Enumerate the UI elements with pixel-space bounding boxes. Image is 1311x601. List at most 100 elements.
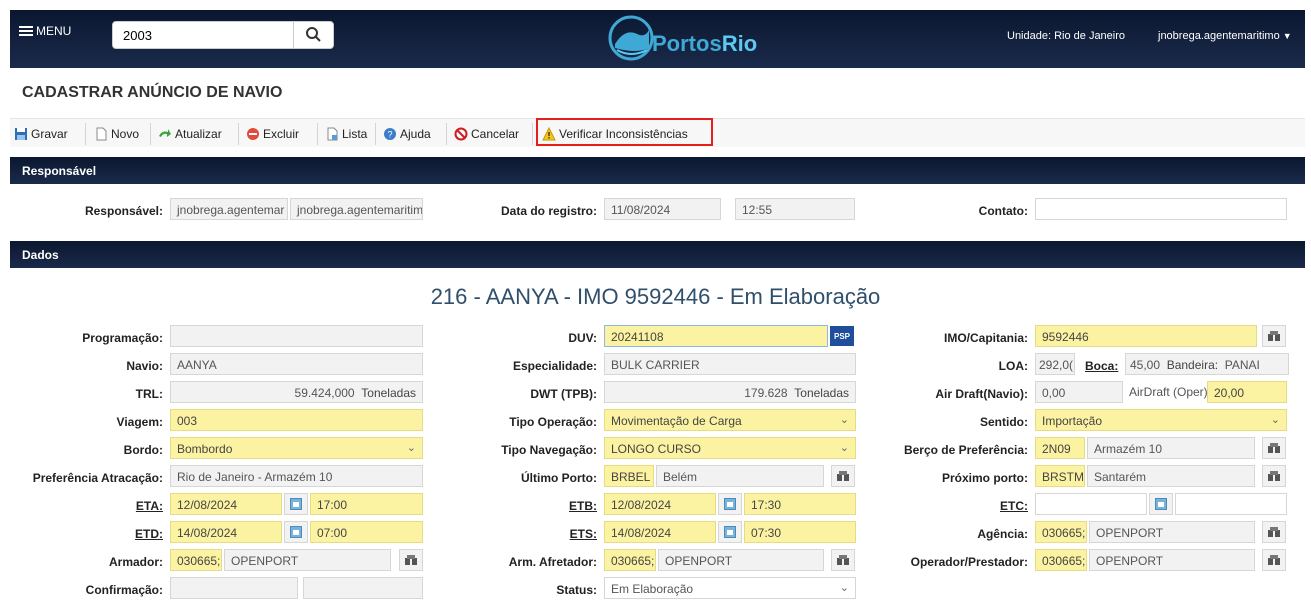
bordo-select[interactable]: Bombordo ⌄ bbox=[170, 437, 423, 459]
help-button[interactable]: ? Ajuda bbox=[383, 124, 431, 144]
dwt-unit: Toneladas bbox=[794, 386, 849, 400]
berco-code-input[interactable]: 2N09 bbox=[1035, 437, 1085, 459]
unit-label: Unidade: Rio de Janeiro bbox=[1007, 30, 1126, 42]
hora-registro-field: 12:55 bbox=[735, 198, 855, 220]
etc-date-input[interactable] bbox=[1035, 493, 1147, 515]
contato-input[interactable] bbox=[1035, 198, 1287, 220]
delete-icon bbox=[247, 128, 259, 140]
highlight-box bbox=[536, 118, 713, 146]
ets-label[interactable]: ETS: bbox=[440, 527, 597, 541]
imo-input[interactable]: 9592446 bbox=[1035, 325, 1257, 347]
confirmacao-label: Confirmação: bbox=[85, 583, 163, 597]
refresh-button[interactable]: Atualizar bbox=[158, 124, 222, 144]
binoculars-icon[interactable] bbox=[831, 465, 855, 487]
user-menu[interactable]: jnobrega.agentemaritimo ▼ bbox=[1158, 30, 1292, 42]
binoculars-icon[interactable] bbox=[1262, 325, 1286, 347]
tipo-navegacao-label: Tipo Navegação: bbox=[501, 443, 597, 457]
airdraft-oper-label: AirDraft (Oper): bbox=[1129, 385, 1207, 399]
binoculars-icon[interactable] bbox=[399, 549, 423, 571]
calendar-icon[interactable] bbox=[718, 521, 742, 543]
sentido-select[interactable]: Importação ⌄ bbox=[1035, 409, 1287, 431]
data-registro-field: 11/08/2024 bbox=[604, 198, 721, 220]
duv-input[interactable]: 20241108 bbox=[604, 325, 828, 347]
sentido-label: Sentido: bbox=[980, 415, 1028, 429]
menu-button[interactable]: MENU bbox=[19, 24, 71, 38]
trl-field: 59.424,000 Toneladas bbox=[170, 381, 423, 403]
psp-link-icon[interactable]: PSP bbox=[830, 326, 854, 346]
ets-date-input[interactable]: 14/08/2024 bbox=[604, 521, 716, 543]
etb-date-input[interactable]: 12/08/2024 bbox=[604, 493, 716, 515]
proximo-porto-code-input[interactable]: BRSTM bbox=[1035, 465, 1085, 487]
confirmacao-field-2 bbox=[303, 577, 423, 599]
especialidade-label: Especialidade: bbox=[512, 359, 597, 373]
ets-time-input[interactable]: 07:30 bbox=[744, 521, 856, 543]
etd-time-input[interactable]: 07:00 bbox=[310, 521, 423, 543]
airdraft-oper-input[interactable]: 20,00 bbox=[1207, 381, 1287, 403]
etc-time-input[interactable] bbox=[1175, 493, 1287, 515]
cancel-button[interactable]: Cancelar bbox=[454, 124, 519, 144]
etb-label[interactable]: ETB: bbox=[440, 499, 597, 513]
etb-time-input[interactable]: 17:30 bbox=[744, 493, 856, 515]
viagem-input[interactable]: 003 bbox=[170, 409, 423, 431]
chevron-down-icon: ⌄ bbox=[406, 442, 416, 454]
operador-name-field: OPENPORT bbox=[1089, 549, 1255, 571]
operador-code-input[interactable]: 030665; bbox=[1035, 549, 1087, 571]
eta-date-input[interactable]: 12/08/2024 bbox=[170, 493, 282, 515]
calendar-icon[interactable] bbox=[1149, 493, 1173, 515]
etc-label[interactable]: ETC: bbox=[870, 499, 1028, 513]
dwt-label: DWT (TPB): bbox=[530, 387, 597, 401]
portosrio-logo: PortosRio bbox=[607, 14, 777, 62]
search-input[interactable] bbox=[113, 22, 295, 48]
ultimo-porto-code-input[interactable]: BRBEL bbox=[604, 465, 654, 487]
armador-code-input[interactable]: 030665; bbox=[170, 549, 222, 571]
operador-label: Operador/Prestador: bbox=[910, 555, 1028, 569]
navio-field: AANYA bbox=[170, 353, 423, 375]
cancel-icon bbox=[454, 127, 468, 141]
arm-afretador-label: Arm. Afretador: bbox=[508, 555, 597, 569]
bandeira-label: Bandeira: bbox=[1166, 358, 1219, 372]
calendar-icon[interactable] bbox=[718, 493, 742, 515]
berco-name-field: Armazém 10 bbox=[1087, 437, 1255, 459]
delete-button[interactable]: Excluir bbox=[246, 124, 299, 144]
list-button[interactable]: Lista bbox=[325, 124, 367, 144]
chevron-down-icon: ⌄ bbox=[839, 582, 849, 594]
save-icon bbox=[15, 128, 27, 140]
dwt-field: 179.628 Toneladas bbox=[604, 381, 856, 403]
loa-label: LOA: bbox=[998, 359, 1028, 373]
tipo-navegacao-select[interactable]: LONGO CURSO ⌄ bbox=[604, 437, 856, 459]
boca-label[interactable]: Boca: bbox=[1085, 359, 1118, 373]
binoculars-icon[interactable] bbox=[1262, 437, 1286, 459]
search-button[interactable] bbox=[293, 22, 333, 48]
proximo-porto-label: Próximo porto: bbox=[942, 471, 1028, 485]
logo-text: PortosRio bbox=[652, 31, 758, 56]
svg-text:?: ? bbox=[388, 130, 393, 140]
binoculars-icon[interactable] bbox=[1262, 549, 1286, 571]
section-responsavel: Responsável bbox=[10, 157, 1305, 184]
chevron-down-icon: ⌄ bbox=[839, 414, 849, 426]
binoculars-icon[interactable] bbox=[1262, 521, 1286, 543]
agencia-code-input[interactable]: 030665; bbox=[1035, 521, 1087, 543]
tipo-operacao-select[interactable]: Movimentação de Carga ⌄ bbox=[604, 409, 856, 431]
binoculars-icon[interactable] bbox=[831, 549, 855, 571]
etd-label[interactable]: ETD: bbox=[0, 527, 163, 541]
airdraft-label: Air Draft(Navio): bbox=[935, 387, 1028, 401]
ultimo-porto-label: Último Porto: bbox=[521, 471, 597, 485]
eta-time-input[interactable]: 17:00 bbox=[310, 493, 423, 515]
arm-afretador-code-input[interactable]: 030665; bbox=[604, 549, 656, 571]
etd-date-input[interactable]: 14/08/2024 bbox=[170, 521, 282, 543]
new-button[interactable]: Novo bbox=[94, 124, 139, 144]
data-registro-label: Data do registro: bbox=[500, 204, 597, 218]
arm-afretador-name-field: OPENPORT bbox=[658, 549, 824, 571]
loa-field: 292,0( bbox=[1035, 353, 1075, 375]
status-select[interactable]: Em Elaboração ⌄ bbox=[604, 577, 856, 599]
agencia-name-field: OPENPORT bbox=[1089, 521, 1255, 543]
binoculars-icon[interactable] bbox=[1262, 465, 1286, 487]
top-navbar: MENU PortosRio Unidade: Rio de Janeiro j… bbox=[10, 10, 1305, 68]
hamburger-icon bbox=[19, 26, 33, 36]
calendar-icon[interactable] bbox=[284, 521, 308, 543]
eta-label[interactable]: ETA: bbox=[0, 499, 163, 513]
calendar-icon[interactable] bbox=[284, 493, 308, 515]
status-label: Status: bbox=[556, 583, 597, 597]
responsavel-field-2: jnobrega.agentemaritimo bbox=[290, 198, 423, 220]
save-button[interactable]: Gravar bbox=[14, 124, 68, 144]
